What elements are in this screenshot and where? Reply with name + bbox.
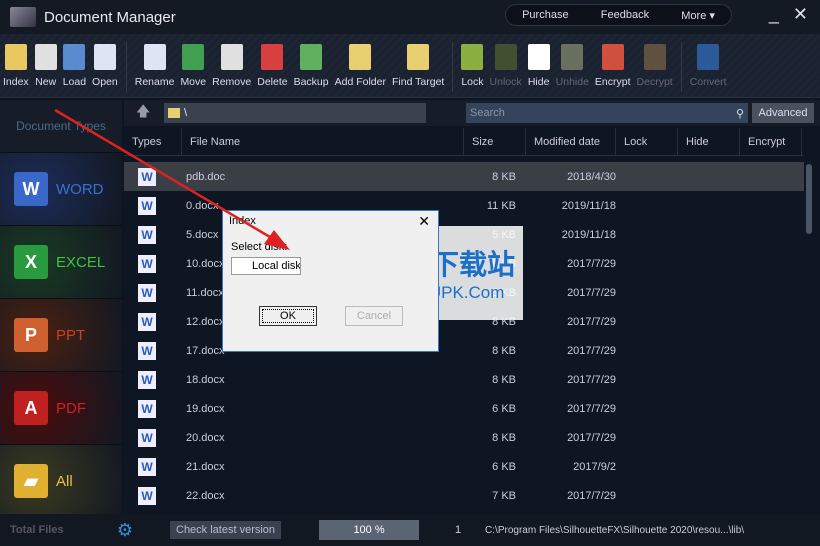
red-arrow-annotation [54, 108, 290, 250]
